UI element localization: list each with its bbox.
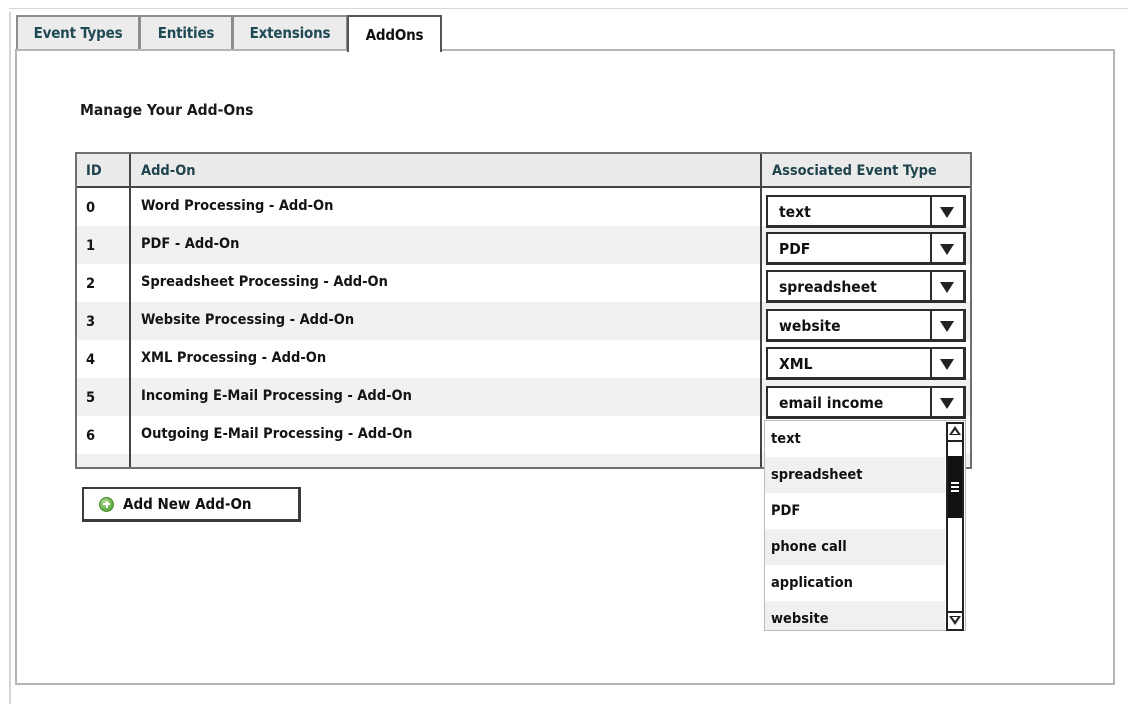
grip-line [951,482,959,484]
dropdown-option[interactable]: text [765,421,945,457]
select-value: PDF [779,240,811,258]
add-button-label: Add New Add-On [123,495,252,513]
section-title: Manage Your Add-Ons [80,101,254,119]
select-value: email income [779,394,884,412]
row-addon-name: Website Processing - Add-On [141,312,355,328]
row-id: 1 [86,238,96,254]
row-addon-name: Incoming E-Mail Processing - Add-On [141,388,412,404]
tab-addons[interactable]: AddOns [347,15,442,52]
dropdown-option[interactable]: website [765,601,945,630]
row-id: 6 [86,428,96,444]
column-divider [760,154,762,467]
event-type-dropdown-list[interactable]: text spreadsheet PDF phone call applicat… [764,420,966,631]
triangle-down-icon[interactable] [930,234,963,262]
left-border [9,12,11,704]
column-divider [129,154,131,467]
row-addon-name: Word Processing - Add-On [141,198,334,214]
triangle-down-icon[interactable] [930,349,963,377]
plus-circle-icon [99,496,114,512]
row-id: 0 [86,200,96,216]
dropdown-option[interactable]: PDF [765,493,945,529]
dropdown-scrollbar[interactable] [946,422,964,631]
tab-extensions[interactable]: Extensions [232,15,348,49]
event-type-select[interactable]: spreadsheet [766,270,966,303]
dropdown-option[interactable]: application [765,565,945,601]
scroll-down-arrow-icon[interactable] [948,611,962,629]
select-value: XML [779,355,813,373]
table-header: ID Add-On Associated Event Type [77,154,970,188]
top-border [9,8,1128,9]
event-type-select[interactable]: email income [766,386,966,419]
triangle-down-icon[interactable] [930,272,963,300]
event-type-select[interactable]: XML [766,347,966,380]
grip-line [951,490,959,492]
row-addon-name: Spreadsheet Processing - Add-On [141,274,388,290]
select-value: spreadsheet [779,278,877,296]
triangle-down-icon[interactable] [930,311,963,339]
select-value: text [779,203,811,221]
row-id: 4 [86,352,96,368]
event-type-select[interactable]: website [766,309,966,342]
tab-event-types[interactable]: Event Types [16,15,140,49]
row-addon-name: XML Processing - Add-On [141,350,327,366]
select-value: website [779,317,841,335]
add-new-addon-button[interactable]: Add New Add-On [82,487,301,522]
tab-entities[interactable]: Entities [139,15,233,49]
row-addon-name: PDF - Add-On [141,236,240,252]
row-id: 3 [86,314,96,330]
column-header-id: ID [86,163,102,179]
event-type-select[interactable]: text [766,195,966,228]
app-root: Event Types Entities Extensions AddOns M… [0,0,1128,704]
column-header-addon: Add-On [141,163,196,179]
row-id: 5 [86,390,96,406]
row-addon-name: Outgoing E-Mail Processing - Add-On [141,426,413,442]
scroll-up-arrow-icon[interactable] [948,424,962,442]
dropdown-option[interactable]: phone call [765,529,945,565]
triangle-down-icon[interactable] [930,388,963,416]
column-header-event-type: Associated Event Type [772,163,937,179]
triangle-down-icon[interactable] [930,197,963,225]
dropdown-option[interactable]: spreadsheet [765,457,945,493]
row-id: 2 [86,276,96,292]
event-type-select[interactable]: PDF [766,232,966,265]
grip-line [951,486,959,488]
scrollbar-thumb[interactable] [948,456,962,518]
